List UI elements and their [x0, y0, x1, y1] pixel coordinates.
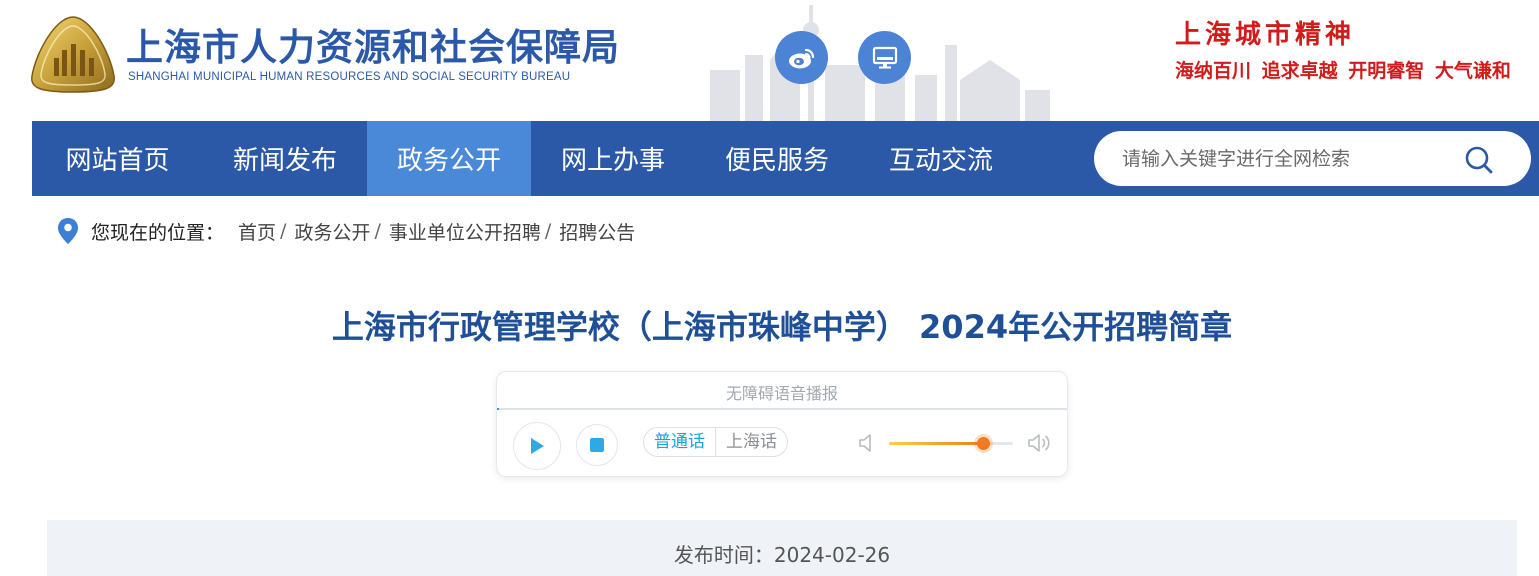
location-pin-icon	[58, 218, 78, 244]
weibo-icon	[788, 48, 814, 68]
volume-knob[interactable]	[977, 437, 991, 450]
volume-slider[interactable]	[889, 437, 1013, 450]
bureau-emblem-icon[interactable]	[30, 14, 116, 94]
publish-info-bar: 发布时间：2024-02-26	[47, 520, 1517, 576]
breadcrumb-item-home[interactable]: 首页	[238, 218, 276, 245]
main-nav: 网站首页 新闻发布 政务公开 网上办事 便民服务 互动交流	[32, 121, 1539, 196]
dialect-selector: 普通话 上海话	[643, 427, 788, 457]
play-button[interactable]	[513, 422, 561, 470]
nav-item-public-services[interactable]: 便民服务	[695, 121, 859, 196]
search-input[interactable]	[1122, 131, 1452, 186]
search-box	[1094, 131, 1531, 186]
city-spirit-title: 上海城市精神	[1175, 20, 1356, 50]
nav-item-online-services[interactable]: 网上办事	[531, 121, 695, 196]
nav-item-home[interactable]: 网站首页	[32, 121, 203, 196]
desktop-icon	[872, 46, 897, 68]
dialect-shanghainese[interactable]: 上海话	[715, 428, 787, 456]
city-spirit-slogan: 海纳百川 追求卓越 开明睿智 大气谦和	[1175, 60, 1511, 82]
nav-item-government-affairs[interactable]: 政务公开	[367, 121, 531, 196]
nav-item-interaction[interactable]: 互动交流	[859, 121, 1023, 196]
dialect-mandarin[interactable]: 普通话	[644, 428, 715, 456]
volume-low-icon[interactable]	[858, 431, 876, 455]
site-title-english[interactable]: SHANGHAI MUNICIPAL HUMAN RESOURCES AND S…	[128, 71, 570, 83]
play-icon	[531, 438, 544, 454]
site-header: 上海市人力资源和社会保障局 SHANGHAI MUNICIPAL HUMAN R…	[0, 0, 1539, 121]
site-title[interactable]: 上海市人力资源和社会保障局	[126, 17, 620, 71]
player-title: 无障碍语音播报	[725, 384, 838, 403]
stop-icon	[590, 438, 604, 452]
breadcrumb-item-announcement[interactable]: 招聘公告	[559, 218, 635, 245]
breadcrumb-label: 您现在的位置：	[91, 221, 225, 244]
breadcrumb: 您现在的位置： 首页 / 政务公开 / 事业单位公开招聘 / 招聘公告	[57, 216, 635, 246]
stop-button[interactable]	[576, 424, 618, 466]
article-title: 上海市行政管理学校（上海市珠峰中学） 2024年公开招聘简章	[331, 308, 1233, 346]
breadcrumb-item-recruitment[interactable]: 事业单位公开招聘	[389, 218, 541, 245]
desktop-version-button[interactable]	[858, 31, 911, 84]
breadcrumb-separator: /	[280, 220, 287, 242]
search-icon[interactable]	[1464, 145, 1494, 175]
playback-progress-bar[interactable]	[497, 408, 1067, 410]
playback-progress-fill	[497, 408, 499, 410]
breadcrumb-item-government-affairs[interactable]: 政务公开	[294, 218, 370, 245]
audio-player: 无障碍语音播报 普通话 上海话	[496, 371, 1068, 477]
nav-item-news[interactable]: 新闻发布	[203, 121, 367, 196]
publish-date: 发布时间：2024-02-26	[673, 543, 891, 567]
breadcrumb-separator: /	[374, 220, 381, 242]
volume-high-icon[interactable]	[1027, 431, 1053, 455]
volume-fill	[889, 442, 984, 445]
weibo-button[interactable]	[775, 31, 828, 84]
breadcrumb-separator: /	[544, 220, 552, 242]
